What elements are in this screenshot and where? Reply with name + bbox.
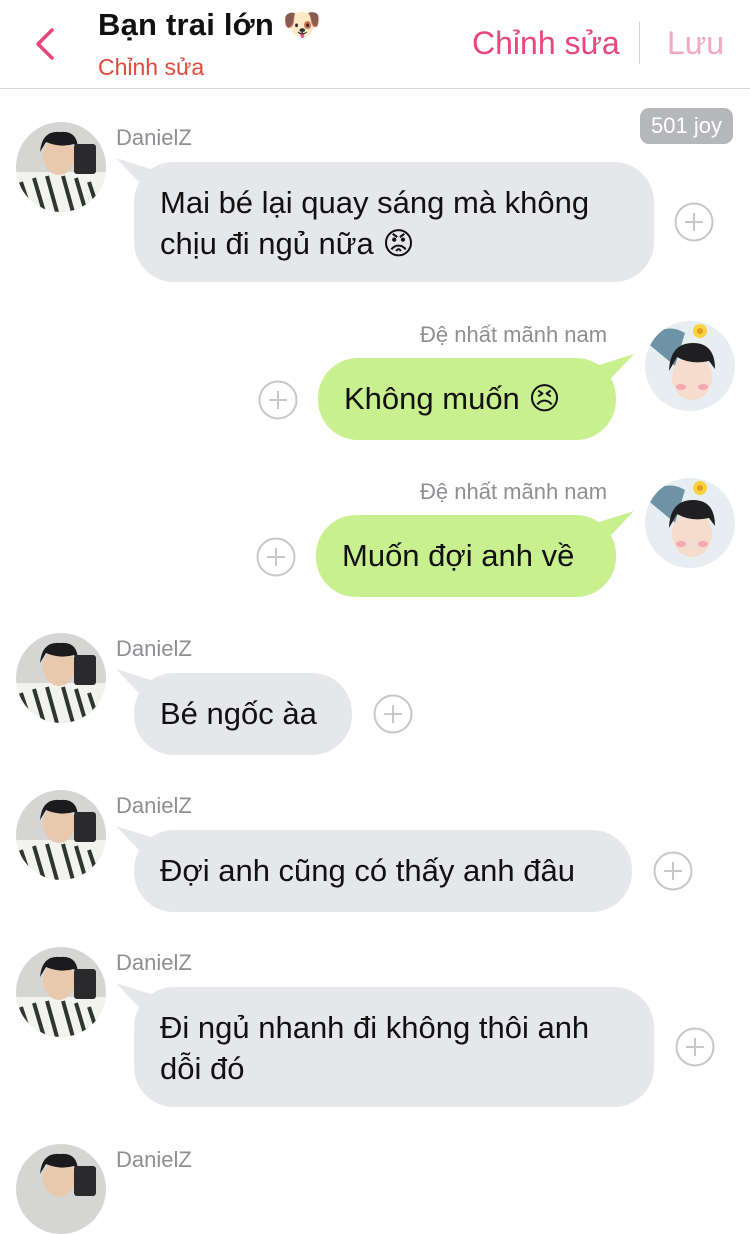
message-bubble-incoming[interactable]: Mai bé lại quay sáng mà không chịu đi ng… [134, 162, 654, 282]
save-button[interactable]: Lưu [667, 25, 724, 62]
chat-subtitle: Chỉnh sửa [98, 54, 205, 80]
avatar-de-nhat-manh-nam[interactable] [645, 478, 735, 568]
back-chevron-icon[interactable] [30, 26, 64, 62]
avatar-de-nhat-manh-nam[interactable] [645, 321, 735, 411]
sender-name: DanielZ [116, 950, 192, 975]
avatar-danielz[interactable] [16, 947, 106, 1037]
sender-name: DanielZ [116, 125, 192, 150]
chat-header: Bạn trai lớn 🐶 Chỉnh sửa Chỉnh sửa Lưu [0, 0, 750, 89]
sender-name: Đệ nhất mãnh nam [420, 479, 608, 504]
message-bubble-outgoing[interactable]: Không muốn 😣 [318, 358, 616, 440]
add-reaction-icon[interactable] [256, 537, 296, 577]
edit-button[interactable]: Chỉnh sửa [472, 25, 620, 62]
message-bubble-incoming[interactable]: Bé ngốc àa [134, 673, 352, 755]
message-bubble-outgoing[interactable]: Muốn đợi anh về [316, 515, 616, 597]
sender-name: DanielZ [116, 1147, 192, 1172]
message-bubble-incoming[interactable]: Đi ngủ nhanh đi không thôi anh dỗi đó [134, 987, 654, 1107]
avatar-danielz[interactable] [16, 1144, 106, 1234]
sender-name: DanielZ [116, 636, 192, 661]
avatar-danielz[interactable] [16, 790, 106, 880]
add-reaction-icon[interactable] [373, 694, 413, 734]
chat-title: Bạn trai lớn 🐶 [98, 7, 322, 42]
add-reaction-icon[interactable] [674, 202, 714, 242]
add-reaction-icon[interactable] [675, 1027, 715, 1067]
joy-badge: 501 joy [640, 108, 733, 144]
sender-name: DanielZ [116, 793, 192, 818]
message-bubble-incoming[interactable]: Đợi anh cũng có thấy anh đâu [134, 830, 632, 912]
add-reaction-icon[interactable] [258, 380, 298, 420]
sender-name: Đệ nhất mãnh nam [420, 322, 608, 347]
header-divider [639, 22, 640, 64]
avatar-danielz[interactable] [16, 633, 106, 723]
avatar-danielz[interactable] [16, 122, 106, 212]
add-reaction-icon[interactable] [653, 851, 693, 891]
